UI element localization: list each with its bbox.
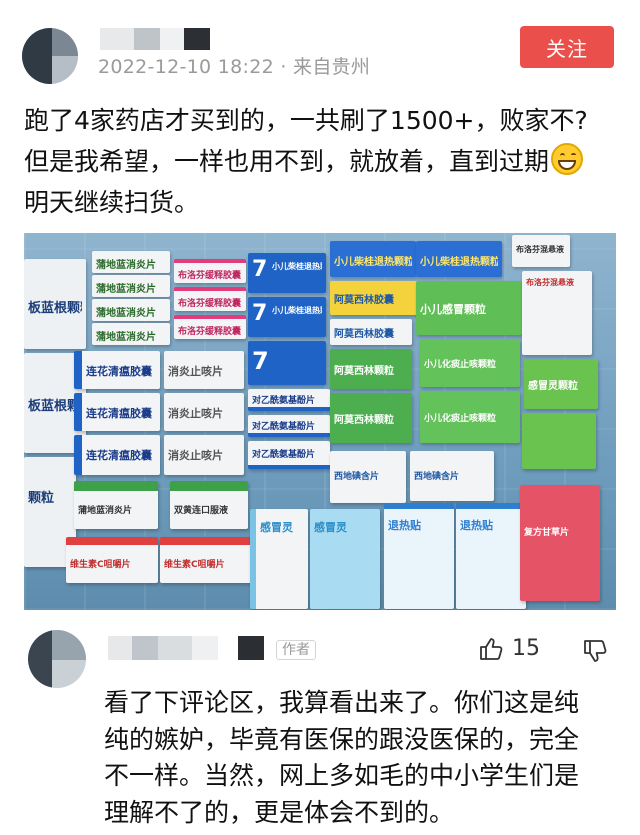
medicine-box: 蒲地蓝消炎片	[92, 251, 170, 273]
medicine-box: 连花清瘟胶囊	[74, 351, 160, 389]
medicine-box: 维生素C咀嚼片	[160, 537, 252, 583]
like-count: 15	[512, 636, 540, 661]
post-text-line-2: 但是我希望，一样也用不到，就放着，直到过期	[24, 141, 624, 182]
medicine-box: 小儿化痰止咳颗粒	[420, 391, 520, 443]
medicine-box: 西地碘含片	[410, 451, 494, 501]
medicine-box: 蒲地蓝消炎片	[92, 299, 170, 321]
medicine-box: 消炎止咳片	[164, 435, 244, 475]
medicine-box: 布洛芬缓释胶囊	[174, 315, 246, 339]
thumbs-up-icon[interactable]	[478, 636, 504, 662]
commenter-name-mosaic[interactable]	[108, 636, 268, 660]
poster-name-mosaic[interactable]	[100, 28, 220, 50]
medicine-box	[522, 413, 596, 469]
medicine-box: 对乙酰氨基酚片	[248, 415, 330, 437]
commenter-avatar[interactable]	[28, 630, 86, 688]
medicine-box: 感冒灵	[310, 509, 380, 609]
medicine-box: 阿莫西林胶囊	[330, 281, 418, 315]
medicine-box: 7小儿柴桂退热颗粒	[248, 297, 326, 337]
post-text: 跑了4家药店才买到的，一共刷了1500+，败家不? 但是我希望，一样也用不到，就…	[24, 100, 624, 223]
medicine-box: 小儿感冒颗粒	[416, 281, 522, 335]
medicine-box: 布洛芬混悬液	[522, 271, 592, 355]
medicine-box: 7小儿柴桂退热颗粒	[248, 253, 326, 293]
follow-button[interactable]: 关注	[520, 26, 614, 68]
medicine-box: 阿莫西林颗粒	[330, 393, 412, 443]
medicine-box: 蒲地蓝消炎片	[74, 481, 158, 529]
medicine-box: 连花清瘟胶囊	[74, 435, 160, 475]
comment-text-line-2: 纯的嫉妒，毕竟有医保的跟没医保的，完全	[104, 724, 580, 754]
post-text-line-1: 跑了4家药店才买到的，一共刷了1500+，败家不?	[24, 106, 588, 135]
medicine-box: 感冒灵	[250, 509, 308, 609]
comment-text-line-3: 不一样。当然，网上多如毛的中小学生们是	[104, 761, 580, 790]
medicine-box: 布洛芬缓释胶囊	[174, 287, 246, 311]
comment-text-line-1: 看了下评论区，我算看出来了。你们这是纯	[104, 688, 580, 717]
medicine-box: 双黄连口服液	[170, 481, 248, 529]
medicine-box: 蒲地蓝消炎片	[92, 275, 170, 297]
medicine-box: 小儿柴桂退热颗粒	[416, 241, 502, 277]
grinning-face-icon	[551, 143, 584, 175]
medicine-box: 小儿柴桂退热颗粒	[330, 241, 416, 277]
medicine-sachet: 板蓝根颗粒	[24, 259, 86, 349]
medicine-box: 阿莫西林颗粒	[330, 349, 412, 389]
author-tag: 作者	[276, 640, 316, 660]
medicine-box: 复方甘草片	[520, 485, 600, 601]
medicine-box: 小儿化痰止咳颗粒	[420, 339, 520, 387]
comment-text: 看了下评论区，我算看出来了。你们这是纯 纯的嫉妒，毕竟有医保的跟没医保的，完全 …	[104, 685, 624, 831]
medicine-box: 退热贴	[384, 503, 454, 609]
medicine-box: 西地碘含片	[330, 451, 406, 503]
medicine-box: 布洛芬混悬液	[512, 235, 570, 267]
medicine-box: 退热贴	[456, 503, 526, 609]
post-text-line-2-text: 但是我希望，一样也用不到，就放着，直到过期	[24, 147, 550, 176]
post-timestamp: 2022-12-10 18:22 · 来自贵州	[98, 56, 371, 78]
medicine-box: 连花清瘟胶囊	[74, 393, 160, 431]
post-text-line-3: 明天继续扫货。	[24, 188, 200, 217]
poster-avatar[interactable]	[22, 28, 78, 84]
comment-text-line-4: 理解不了的，更是体会不到的。	[104, 797, 455, 827]
medicine-box: 感冒灵颗粒	[524, 359, 598, 409]
medicine-box: 布洛芬缓释胶囊	[174, 259, 246, 283]
post-photo[interactable]: 板蓝根颗粒 板蓝根颗粒 颗粒 蒲地蓝消炎片 蒲地蓝消炎片 蒲地蓝消炎片 蒲地蓝消…	[24, 233, 616, 610]
medicine-box: 对乙酰氨基酚片	[248, 389, 330, 411]
medicine-box: 7	[248, 341, 326, 385]
medicine-box: 阿莫西林胶囊	[330, 319, 412, 345]
medicine-box: 对乙酰氨基酚片	[248, 441, 330, 469]
medicine-box: 蒲地蓝消炎片	[92, 323, 170, 345]
medicine-box: 维生素C咀嚼片	[66, 537, 158, 583]
medicine-box: 消炎止咳片	[164, 393, 244, 431]
thumbs-down-icon[interactable]	[582, 638, 608, 664]
medicine-box: 消炎止咳片	[164, 351, 244, 389]
